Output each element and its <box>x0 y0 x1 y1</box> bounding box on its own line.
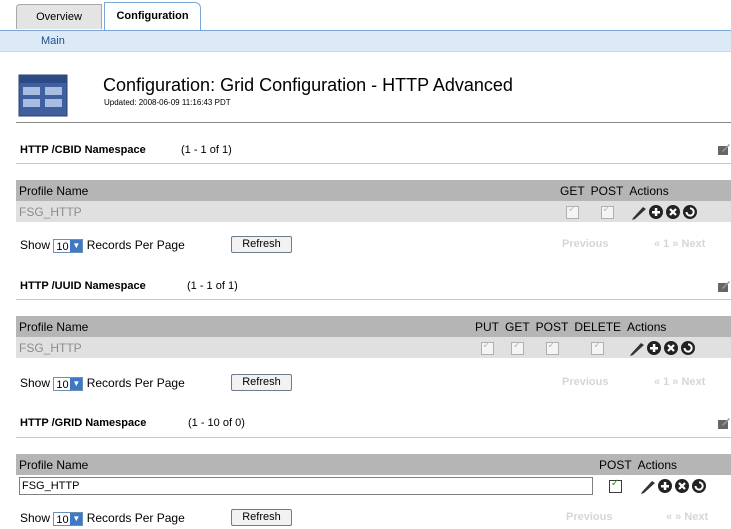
page-links[interactable]: « 1 » Next <box>654 376 705 388</box>
previous-link[interactable]: Previous <box>562 376 608 388</box>
profile-name-input[interactable]: FSG_HTTP <box>19 476 593 495</box>
grid-namespace-title: HTTP /GRID Namespace <box>20 417 147 429</box>
delete-checkbox[interactable] <box>591 340 605 355</box>
uuid-namespace-count: (1 - 1 of 1) <box>187 280 238 292</box>
section-divider <box>16 299 731 300</box>
page-links[interactable]: « » Next <box>666 511 708 523</box>
delete-icon[interactable] <box>666 204 681 219</box>
reset-icon[interactable] <box>683 204 698 219</box>
delete-icon[interactable] <box>664 340 679 355</box>
chevron-down-icon: ▼ <box>70 512 83 525</box>
records-per-page-label: Records Per Page <box>86 511 185 525</box>
reset-icon[interactable] <box>681 340 696 355</box>
pencil-icon[interactable] <box>630 342 645 356</box>
show-label: Show <box>20 238 51 252</box>
column-header-post: POST <box>587 180 627 201</box>
column-header-actions: Actions <box>624 316 731 337</box>
sub-navigation: Main <box>0 30 731 52</box>
cbid-profile-table: Profile Name GET POST Actions FSG_HTTP <box>16 180 731 222</box>
profile-name-cell: FSG_HTTP <box>16 201 557 222</box>
uuid-profile-table: Profile Name PUT GET POST DELETE Actions… <box>16 316 731 358</box>
chevron-down-icon: ▼ <box>70 239 83 252</box>
pencil-icon[interactable] <box>632 206 647 220</box>
records-per-page-label: Records Per Page <box>86 376 185 390</box>
plus-icon[interactable] <box>657 478 672 493</box>
updated-timestamp: Updated: 2008-06-09 11:16:43 PDT <box>104 98 231 107</box>
uuid-namespace-title: HTTP /UUID Namespace <box>20 280 146 292</box>
column-header-get: GET <box>557 180 588 201</box>
records-per-page-select[interactable]: 10 ▼ <box>53 238 84 253</box>
refresh-button[interactable]: Refresh <box>231 374 292 391</box>
cbid-pagination: Show 10 ▼ Records Per Page Refresh Previo… <box>16 234 731 256</box>
get-checkbox[interactable] <box>565 204 579 219</box>
post-checkbox[interactable] <box>545 340 559 355</box>
cbid-namespace-count: (1 - 1 of 1) <box>181 144 232 156</box>
show-label: Show <box>20 376 51 390</box>
pencil-icon[interactable] <box>640 480 655 494</box>
plus-icon[interactable] <box>647 340 662 355</box>
column-header-post: POST <box>596 454 635 475</box>
grid-config-icon <box>18 74 68 117</box>
table-row: FSG_HTTP <box>16 201 731 222</box>
column-header-post: POST <box>532 316 572 337</box>
cbid-namespace-title: HTTP /CBID Namespace <box>20 144 146 156</box>
records-per-page-label: Records Per Page <box>86 238 185 252</box>
post-checkbox[interactable] <box>608 478 622 493</box>
subnav-item-main[interactable]: Main <box>41 35 65 47</box>
edit-icon[interactable] <box>717 279 731 293</box>
row-actions <box>632 204 698 220</box>
show-label: Show <box>20 511 51 525</box>
column-header-actions: Actions <box>626 180 731 201</box>
previous-link[interactable]: Previous <box>566 511 612 523</box>
refresh-button[interactable]: Refresh <box>231 236 292 253</box>
records-per-page-select[interactable]: 10 ▼ <box>53 511 84 526</box>
chevron-down-icon: ▼ <box>70 377 83 390</box>
tab-bar: Overview Configuration <box>0 0 731 30</box>
profile-name-cell: FSG_HTTP <box>16 337 472 358</box>
reset-icon[interactable] <box>691 478 706 493</box>
records-per-page-select[interactable]: 10 ▼ <box>53 376 84 391</box>
column-header-profile-name[interactable]: Profile Name <box>16 454 596 475</box>
row-actions <box>630 340 696 356</box>
edit-icon[interactable] <box>717 142 731 156</box>
header-divider <box>16 122 731 123</box>
uuid-pagination: Show 10 ▼ Records Per Page Refresh Previo… <box>16 372 731 394</box>
column-header-get: GET <box>502 316 533 337</box>
tab-overview[interactable]: Overview <box>16 4 102 29</box>
table-row: FSG_HTTP <box>16 475 731 496</box>
column-header-put: PUT <box>472 316 502 337</box>
delete-icon[interactable] <box>674 478 689 493</box>
get-checkbox[interactable] <box>510 340 524 355</box>
page-title: Configuration: Grid Configuration - HTTP… <box>103 75 513 95</box>
page-links[interactable]: « 1 » Next <box>654 238 705 250</box>
put-checkbox[interactable] <box>480 340 494 355</box>
plus-icon[interactable] <box>649 204 664 219</box>
column-header-delete: DELETE <box>571 316 625 337</box>
previous-link[interactable]: Previous <box>562 238 608 250</box>
section-divider <box>16 437 731 438</box>
tab-configuration[interactable]: Configuration <box>104 2 201 30</box>
section-divider <box>16 163 731 164</box>
grid-namespace-count: (1 - 10 of 0) <box>188 417 245 429</box>
column-header-profile-name[interactable]: Profile Name <box>16 180 557 201</box>
column-header-profile-name[interactable]: Profile Name <box>16 316 472 337</box>
row-actions <box>640 478 706 494</box>
grid-pagination: Show 10 ▼ Records Per Page Refresh Previo… <box>16 507 731 529</box>
column-header-actions: Actions <box>634 454 731 475</box>
grid-profile-table: Profile Name POST Actions FSG_HTTP <box>16 454 731 496</box>
table-row: FSG_HTTP <box>16 337 731 358</box>
edit-icon[interactable] <box>717 416 731 430</box>
refresh-button[interactable]: Refresh <box>231 509 292 526</box>
post-checkbox[interactable] <box>600 204 614 219</box>
